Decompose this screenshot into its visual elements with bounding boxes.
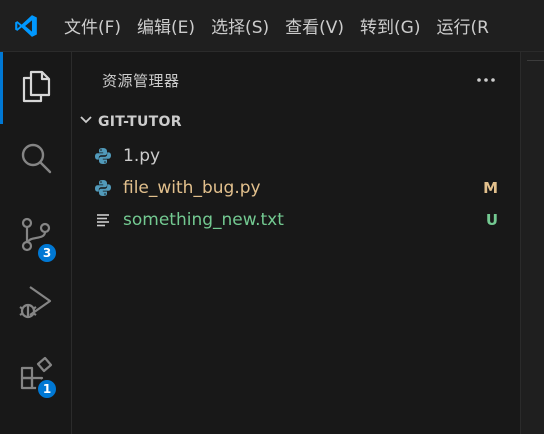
run-debug-icon: [16, 282, 56, 326]
menu-edit[interactable]: 编辑(E): [129, 0, 203, 52]
menu-file[interactable]: 文件(F): [52, 0, 129, 52]
menu-bar: 文件(F) 编辑(E) 选择(S) 查看(V) 转到(G) 运行(R: [52, 0, 497, 52]
chevron-down-icon: [78, 112, 94, 132]
folder-title: GIT-TUTOR: [98, 114, 182, 130]
ellipsis-icon[interactable]: [474, 68, 498, 92]
explorer-sidebar: 资源管理器 GIT-TUTOR 1.py file_with_bug.py M …: [72, 52, 520, 434]
menu-view[interactable]: 查看(V): [277, 0, 352, 52]
vscode-logo-icon: [0, 0, 52, 52]
extensions-badge: 1: [36, 378, 58, 400]
git-status-untracked: U: [485, 211, 498, 229]
search-icon: [18, 140, 54, 180]
menu-run[interactable]: 运行(R: [428, 0, 496, 52]
activity-bar: 3 1: [0, 52, 72, 434]
file-item-1-py[interactable]: 1.py: [72, 140, 520, 172]
files-icon: [18, 68, 54, 108]
folder-section-git-tutor[interactable]: GIT-TUTOR: [72, 108, 520, 136]
title-bar: 文件(F) 编辑(E) 选择(S) 查看(V) 转到(G) 运行(R: [0, 0, 544, 52]
git-status-modified: M: [483, 179, 498, 197]
activity-search[interactable]: [0, 124, 72, 196]
menu-go[interactable]: 转到(G): [352, 0, 428, 52]
activity-extensions[interactable]: 1: [0, 340, 72, 412]
file-item-file-with-bug-py[interactable]: file_with_bug.py M: [72, 172, 520, 204]
activity-source-control[interactable]: 3: [0, 200, 72, 272]
file-item-something-new-txt[interactable]: something_new.txt U: [72, 204, 520, 236]
file-name: something_new.txt: [123, 210, 284, 230]
editor-tab-divider: [527, 60, 544, 61]
activity-explorer[interactable]: [0, 52, 72, 124]
python-icon: [94, 179, 112, 197]
source-control-badge: 3: [36, 242, 58, 264]
text-file-icon: [94, 211, 112, 229]
menu-selection[interactable]: 选择(S): [203, 0, 277, 52]
file-name: file_with_bug.py: [123, 178, 261, 198]
explorer-title: 资源管理器: [102, 71, 180, 90]
activity-run-debug[interactable]: [0, 268, 72, 340]
editor-area[interactable]: [520, 52, 544, 434]
explorer-header: 资源管理器: [72, 52, 520, 108]
file-name: 1.py: [123, 146, 161, 166]
python-icon: [94, 147, 112, 165]
